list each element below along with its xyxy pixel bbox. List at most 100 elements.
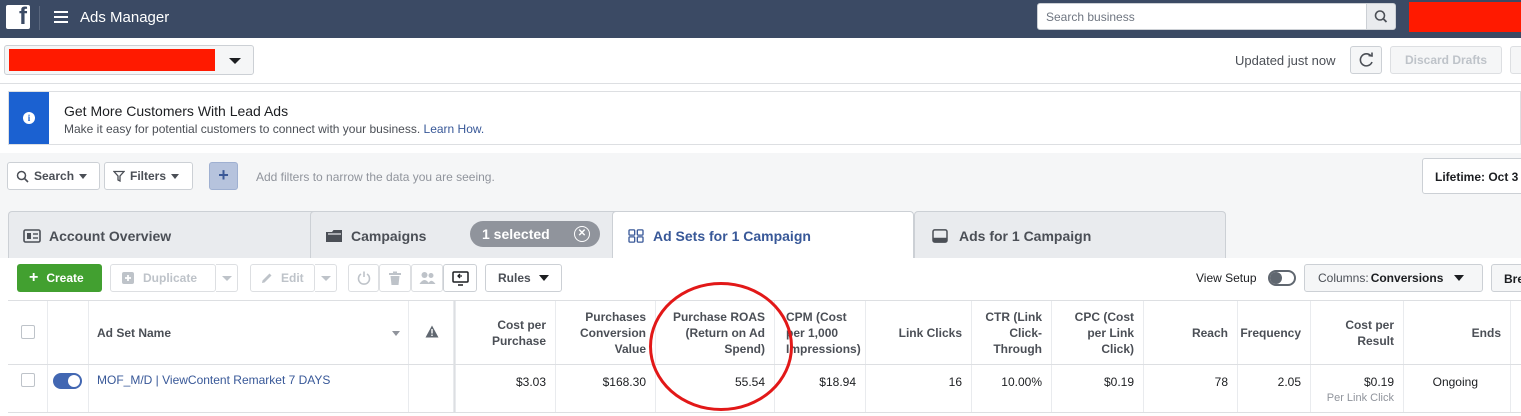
facebook-logo-letter: f <box>19 3 27 30</box>
top-navigation-bar: f Ads Manager <box>0 0 1521 38</box>
toggle-column-header <box>48 301 89 364</box>
column-header-cpm[interactable]: CPM (Cost per 1,000 Impressions) <box>775 301 866 364</box>
columns-prefix: Columns: <box>1318 271 1369 285</box>
edit-button[interactable]: Edit <box>250 264 315 292</box>
column-header-label: Link Clicks <box>898 325 962 340</box>
column-header-cpc[interactable]: CPC (Cost per Link Click) <box>1052 301 1144 364</box>
column-header-label: Cost per Purchase <box>491 317 546 348</box>
ad-sets-grid-icon <box>628 229 644 243</box>
trash-icon <box>389 271 401 285</box>
table-toolbar: + Create Duplicate Edit Rules View Setup… <box>0 258 1521 300</box>
column-header-delivery-warning[interactable] <box>409 301 454 364</box>
tab-label: Campaigns <box>351 228 427 244</box>
tab-ads[interactable]: Ads for 1 Campaign <box>914 211 1226 260</box>
row-select-cell <box>8 365 48 412</box>
discard-drafts-button[interactable]: Discard Drafts <box>1390 46 1502 74</box>
add-filter-button[interactable]: + <box>209 162 238 190</box>
filters-dropdown-button[interactable]: Filters <box>104 162 193 190</box>
account-selector[interactable] <box>4 45 254 75</box>
column-header-label: CPC (Cost per Link Click) <box>1074 309 1134 356</box>
select-all-checkbox[interactable] <box>21 325 35 339</box>
account-overview-icon <box>23 229 41 243</box>
caret-down-icon <box>79 173 88 179</box>
rules-button[interactable]: Rules <box>485 264 562 292</box>
people-icon <box>419 272 436 284</box>
column-header-cost-per-result[interactable]: Cost per Result <box>1311 301 1404 364</box>
date-range-picker[interactable]: Lifetime: Oct 3 <box>1422 158 1521 194</box>
reach-cell: 78 <box>1144 365 1238 412</box>
clear-selection-close-icon[interactable]: ✕ <box>574 226 590 242</box>
column-header-label: Purchase ROAS (Return on Ad Spend) <box>672 309 765 356</box>
search-business-button[interactable] <box>1366 3 1396 30</box>
column-header-link-clicks[interactable]: Link Clicks <box>866 301 972 364</box>
column-header-reach[interactable]: Reach <box>1144 301 1238 364</box>
column-header-ad-set-name[interactable]: Ad Set Name <box>89 301 409 364</box>
table-header-row: Ad Set Name Cost per Purchase Purchases … <box>8 301 1521 365</box>
preview-icon <box>452 270 469 286</box>
filters-dropdown-label: Filters <box>130 169 167 183</box>
duplicate-dropdown-caret[interactable] <box>216 264 238 292</box>
hamburger-menu-icon[interactable] <box>54 11 68 23</box>
duplicate-button[interactable]: Duplicate <box>110 264 216 292</box>
edit-dropdown-caret[interactable] <box>315 264 337 292</box>
tab-label: Account Overview <box>49 228 172 244</box>
ad-set-name-link[interactable]: MOF_M/D | ViewContent Remarket 7 DAYS <box>97 373 330 387</box>
review-publish-button[interactable] <box>1510 46 1521 74</box>
facebook-logo-icon[interactable]: f <box>6 3 30 30</box>
tab-ad-sets[interactable]: Ad Sets for 1 Campaign <box>612 211 914 260</box>
search-icon <box>16 170 29 183</box>
cost-per-result-cell: $0.19 Per Link Click <box>1311 365 1404 412</box>
filter-bar: Search Filters + Add filters to narrow t… <box>0 153 1521 201</box>
create-button[interactable]: + Create <box>17 264 102 292</box>
refresh-button[interactable] <box>1350 46 1382 74</box>
delete-button[interactable] <box>379 264 411 292</box>
columns-dropdown-button[interactable]: Columns: Conversions <box>1304 264 1483 292</box>
learn-how-link[interactable]: Learn How. <box>424 122 485 136</box>
sort-caret-icon <box>392 331 400 336</box>
tab-account-overview[interactable]: Account Overview <box>8 211 320 260</box>
toggle-status-button[interactable] <box>348 264 379 292</box>
breakdown-button[interactable]: Bre <box>1491 264 1521 292</box>
cost-per-result-value: $0.19 <box>1363 375 1394 389</box>
purchase-roas-cell: 55.54 <box>656 365 775 412</box>
search-dropdown-button[interactable]: Search <box>7 162 100 190</box>
column-header-ends[interactable]: Ends <box>1404 301 1511 364</box>
column-header-purchases-conversion-value[interactable]: Purchases Conversion Value <box>556 301 656 364</box>
folder-icon <box>326 230 342 242</box>
column-header-label: Ends <box>1471 325 1501 340</box>
divider <box>39 6 40 30</box>
ad-set-name-cell: MOF_M/D | ViewContent Remarket 7 DAYS <box>89 365 409 412</box>
search-business-input[interactable] <box>1037 3 1367 30</box>
view-setup-toggle[interactable] <box>1268 270 1296 286</box>
redacted-account-name <box>9 49 215 71</box>
banner-description-text: Make it easy for potential customers to … <box>64 122 421 136</box>
search-dropdown-label: Search <box>34 169 75 183</box>
level-tabs: Account Overview Campaigns 1 selected ✕ … <box>0 201 1521 260</box>
caret-down-icon <box>538 275 549 281</box>
table-row[interactable]: MOF_M/D | ViewContent Remarket 7 DAYS $3… <box>8 365 1521 413</box>
row-checkbox[interactable] <box>21 373 35 387</box>
duplicate-label: Duplicate <box>143 271 198 285</box>
ctr-cell: 10.00% <box>972 365 1052 412</box>
banner-description: Make it easy for potential customers to … <box>64 122 484 136</box>
selected-count-pill[interactable]: 1 selected ✕ <box>470 221 600 247</box>
filter-funnel-icon <box>113 170 125 182</box>
audience-button[interactable] <box>411 264 443 292</box>
column-header-cost-per-purchase[interactable]: Cost per Purchase <box>456 301 556 364</box>
column-header-label: CTR (Link Click-Through <box>985 309 1042 356</box>
preview-ad-button[interactable] <box>443 264 477 292</box>
ad-sets-table: Ad Set Name Cost per Purchase Purchases … <box>8 300 1521 416</box>
edit-label: Edit <box>281 271 304 285</box>
last-updated-text: Updated just now <box>1235 53 1336 68</box>
app-title: Ads Manager <box>80 9 170 26</box>
create-label: Create <box>46 271 84 285</box>
caret-down-icon <box>171 173 180 179</box>
column-header-frequency[interactable]: Frequency <box>1238 301 1311 364</box>
column-header-label: Purchases Conversion Value <box>579 309 646 356</box>
info-icon: i <box>23 112 35 124</box>
column-header-label: Cost per Result <box>1345 317 1394 348</box>
account-bar: Updated just now Discard Drafts <box>0 38 1521 84</box>
column-header-purchase-roas[interactable]: Purchase ROAS (Return on Ad Spend) <box>656 301 775 364</box>
column-header-ctr[interactable]: CTR (Link Click-Through <box>972 301 1052 364</box>
ad-set-status-toggle[interactable] <box>53 373 82 389</box>
